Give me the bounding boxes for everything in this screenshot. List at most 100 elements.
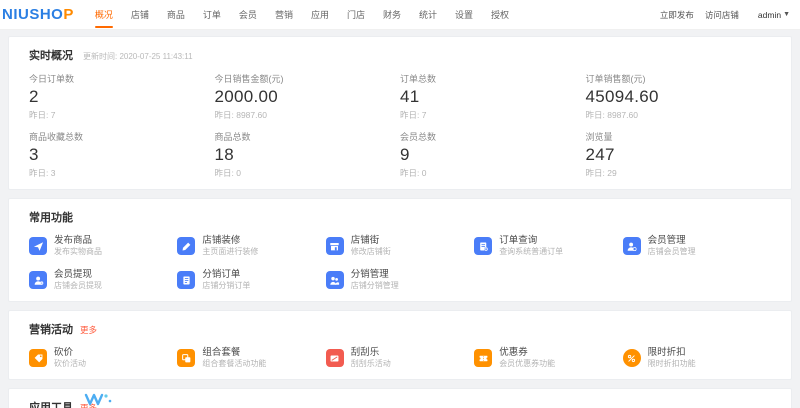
stat-card-1: 今日销售金额(元)2000.00昨日: 8987.60 — [215, 72, 401, 121]
nav-item-2[interactable]: 商品 — [158, 0, 194, 30]
feature-item[interactable]: 订单查询查询系统普通订单 — [474, 235, 622, 257]
stat-card-4: 商品收藏总数3昨日: 3 — [29, 130, 215, 179]
stat-label: 会员总数 — [400, 130, 586, 143]
coupon-icon — [474, 349, 492, 367]
order-search-icon — [474, 237, 492, 255]
nav-item-10[interactable]: 设置 — [446, 0, 482, 30]
stat-sub: 昨日: 7 — [29, 109, 215, 121]
nav-item-0[interactable]: 概况 — [86, 0, 122, 30]
overview-title: 实时概况 — [29, 47, 73, 63]
stat-sub: 昨日: 29 — [586, 167, 772, 179]
feature-grid: 砍价砍价活动组合套餐组合套餐活动功能刮刮乐刮刮乐活动优惠券会员优惠券功能限时折扣… — [29, 347, 771, 369]
nav-item-4[interactable]: 会员 — [230, 0, 266, 30]
stat-sub: 昨日: 0 — [215, 167, 401, 179]
feature-item[interactable]: 分销管理店铺分销管理 — [326, 269, 474, 291]
feature-item[interactable]: 组合套餐组合套餐活动功能 — [177, 347, 325, 369]
feature-subtitle: 店铺会员管理 — [648, 247, 696, 257]
feature-title: 会员提现 — [54, 269, 102, 281]
stat-card-3: 订单销售额(元)45094.60昨日: 8987.60 — [586, 72, 772, 121]
distribution-manage-icon — [326, 271, 344, 289]
stat-card-5: 商品总数18昨日: 0 — [215, 130, 401, 179]
top-header: NIUSHOP 概况店铺商品订单会员营销应用门店财务统计设置授权 立即发布访问店… — [0, 0, 800, 30]
update-time: 更新时间: 2020-07-25 11:43:11 — [83, 51, 193, 62]
feature-title: 订单查询 — [499, 235, 563, 247]
feature-item[interactable]: 会员提现店铺会员提现 — [29, 269, 177, 291]
stat-value: 41 — [400, 87, 586, 107]
feature-subtitle: 限时折扣功能 — [648, 359, 696, 369]
section-title: 应用工具 — [29, 399, 73, 408]
logo-text-orange: P — [63, 6, 74, 23]
feature-item[interactable]: 店铺装修主页面进行装修 — [177, 235, 325, 257]
feature-subtitle: 会员优惠券功能 — [499, 359, 555, 369]
nav-item-6[interactable]: 应用 — [302, 0, 338, 30]
header-link-1[interactable]: 访问店铺 — [705, 9, 739, 21]
realtime-overview-card: 实时概况 更新时间: 2020-07-25 11:43:11 今日订单数 2 昨日:… — [8, 36, 792, 190]
more-link[interactable]: 更多 — [80, 324, 97, 336]
stat-label: 今日销售金额(元) — [215, 72, 401, 85]
feature-title: 店铺装修 — [202, 235, 258, 247]
app-logo[interactable]: NIUSHOP — [2, 6, 74, 23]
section-title: 常用功能 — [29, 209, 73, 225]
paper-plane-icon — [29, 237, 47, 255]
stat-label: 浏览量 — [586, 130, 772, 143]
nav-item-5[interactable]: 营销 — [266, 0, 302, 30]
feature-card-2: 应用工具更多电子面单物流电子面单打印分销分销活动微信圈子朋友间的好物分享小程序直… — [8, 388, 792, 408]
stat-value: 247 — [586, 145, 772, 165]
feature-item[interactable]: 砍价砍价活动 — [29, 347, 177, 369]
section-title: 营销活动 — [29, 321, 73, 337]
stat-sub: 昨日: 3 — [29, 167, 215, 179]
stat-label: 商品总数 — [215, 130, 401, 143]
feature-item[interactable]: 限时折扣限时折扣功能 — [623, 347, 771, 369]
feature-subtitle: 主页面进行装修 — [202, 247, 258, 257]
feature-item[interactable]: 刮刮乐刮刮乐活动 — [326, 347, 474, 369]
stat-value: 3 — [29, 145, 215, 165]
chevron-down-icon: ▼ — [783, 11, 790, 18]
feature-card-1: 营销活动更多砍价砍价活动组合套餐组合套餐活动功能刮刮乐刮刮乐活动优惠券会员优惠券… — [8, 310, 792, 380]
discount-icon — [623, 349, 641, 367]
feature-item[interactable]: 分销订单店铺分销订单 — [177, 269, 325, 291]
feature-subtitle: 店铺分销订单 — [202, 281, 250, 291]
feature-title: 分销管理 — [351, 269, 399, 281]
feature-subtitle: 店铺会员提现 — [54, 281, 102, 291]
feature-item[interactable]: 会员管理店铺会员管理 — [623, 235, 771, 257]
watermark-decoration — [84, 391, 114, 407]
feature-subtitle: 刮刮乐活动 — [351, 359, 391, 369]
feature-title: 发布商品 — [54, 235, 102, 247]
nav-item-11[interactable]: 授权 — [482, 0, 518, 30]
feature-title: 优惠券 — [499, 347, 555, 359]
stat-value: 45094.60 — [586, 87, 772, 107]
header-link-0[interactable]: 立即发布 — [660, 9, 694, 21]
feature-item[interactable]: 优惠券会员优惠券功能 — [474, 347, 622, 369]
scratch-icon — [326, 349, 344, 367]
nav-item-7[interactable]: 门店 — [338, 0, 374, 30]
update-time-label: 更新时间: — [83, 52, 119, 61]
bargain-icon — [29, 349, 47, 367]
dashboard-main: 实时概况 更新时间: 2020-07-25 11:43:11 今日订单数 2 昨日:… — [0, 30, 800, 408]
feature-item[interactable]: 店铺街修改店铺街 — [326, 235, 474, 257]
nav-item-1[interactable]: 店铺 — [122, 0, 158, 30]
stat-value: 9 — [400, 145, 586, 165]
user-menu[interactable]: admin ▼ — [758, 10, 790, 20]
nav-item-3[interactable]: 订单 — [194, 0, 230, 30]
stat-label: 订单销售额(元) — [586, 72, 772, 85]
feature-title: 店铺街 — [351, 235, 391, 247]
feature-subtitle: 组合套餐活动功能 — [202, 359, 266, 369]
stat-label: 今日订单数 — [29, 72, 215, 85]
feature-title: 会员管理 — [648, 235, 696, 247]
header-links: 立即发布访问店铺 — [660, 9, 739, 21]
feature-subtitle: 发布实物商品 — [54, 247, 102, 257]
stat-card-0: 今日订单数 2 昨日: 7 — [29, 72, 215, 121]
feature-sections: 常用功能发布商品发布实物商品店铺装修主页面进行装修店铺街修改店铺街订单查询查询系… — [8, 198, 792, 408]
feature-title: 刮刮乐 — [351, 347, 391, 359]
stat-sub: 昨日: 0 — [400, 167, 586, 179]
nav-item-9[interactable]: 统计 — [410, 0, 446, 30]
feature-title: 限时折扣 — [648, 347, 696, 359]
member-withdraw-icon — [29, 271, 47, 289]
feature-title: 组合套餐 — [202, 347, 266, 359]
stat-value: 2 — [29, 87, 215, 107]
header-actions: 立即发布访问店铺 admin ▼ — [660, 9, 790, 21]
feature-title: 分销订单 — [202, 269, 250, 281]
update-time-value: 2020-07-25 11:43:11 — [119, 52, 192, 61]
feature-item[interactable]: 发布商品发布实物商品 — [29, 235, 177, 257]
nav-item-8[interactable]: 财务 — [374, 0, 410, 30]
